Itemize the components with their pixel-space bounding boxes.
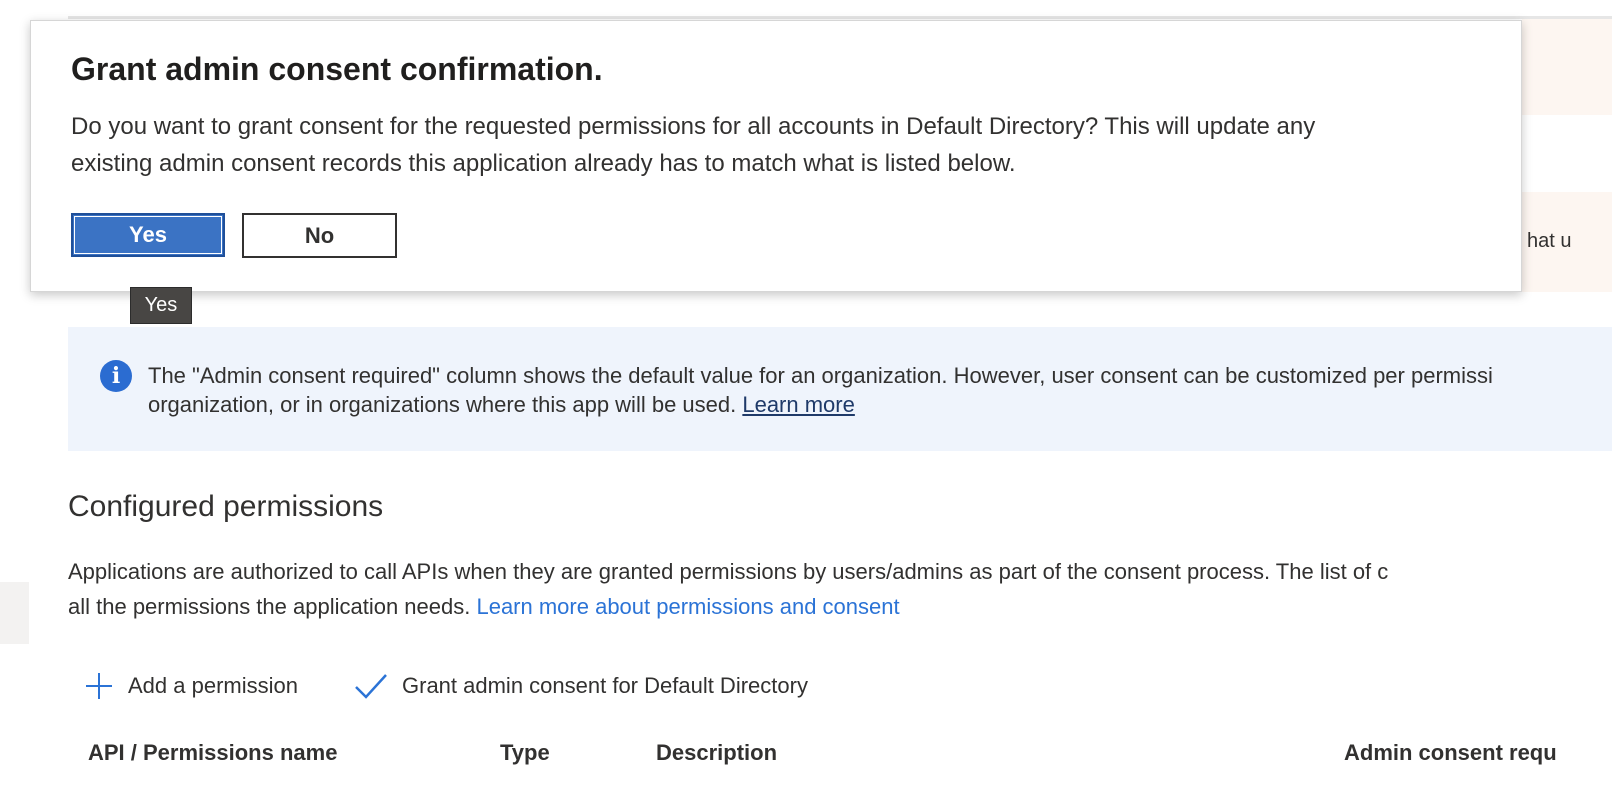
info-banner-line-2: organization, or in organizations where … [148,390,1608,419]
info-banner-text: The "Admin consent required" column show… [148,361,1608,419]
yes-button[interactable]: Yes [71,213,225,257]
configured-permissions-heading: Configured permissions [68,490,384,523]
dialog-message-line-1: Do you want to grant consent for the req… [71,113,1316,140]
info-banner-line-1: The "Admin consent required" column show… [148,363,1493,388]
info-banner-line-2-text: organization, or in organizations where … [148,392,743,417]
column-header-description[interactable]: Description [656,740,777,766]
info-icon: i [100,360,132,392]
description-line-1: Applications are authorized to call APIs… [68,559,1389,584]
learn-more-link[interactable]: Learn more [742,392,855,417]
add-permission-button[interactable]: Add a permission [84,668,298,704]
add-permission-label: Add a permission [128,673,298,698]
no-button[interactable]: No [242,213,397,258]
column-header-admin-consent-required[interactable]: Admin consent requ [1344,740,1557,766]
dialog-message-line-2: existing admin consent records this appl… [71,150,1016,177]
grant-admin-consent-button[interactable]: Grant admin consent for Default Director… [354,668,808,704]
partial-banner-text: hat u [1527,230,1572,252]
description-line-2-text: all the permissions the application need… [68,594,477,619]
yes-button-tooltip: Yes [130,287,192,324]
warning-banner-edge [1522,19,1612,115]
column-header-api-permissions-name[interactable]: API / Permissions name [88,740,337,766]
sidebar-edge [0,582,29,644]
grant-consent-confirmation-dialog: Grant admin consent confirmation. Do you… [30,20,1522,292]
page-top-divider [68,16,1612,19]
plus-icon [86,673,112,699]
dialog-message: Do you want to grant consent for the req… [71,108,1511,182]
grant-admin-consent-label: Grant admin consent for Default Director… [402,673,808,698]
description-line-2: all the permissions the application need… [68,589,1612,624]
column-header-type[interactable]: Type [500,740,550,766]
learn-more-permissions-link[interactable]: Learn more about permissions and consent [476,594,899,619]
checkmark-icon [355,674,387,699]
dialog-title: Grant admin consent confirmation. [71,51,603,87]
configured-permissions-description: Applications are authorized to call APIs… [68,554,1612,624]
